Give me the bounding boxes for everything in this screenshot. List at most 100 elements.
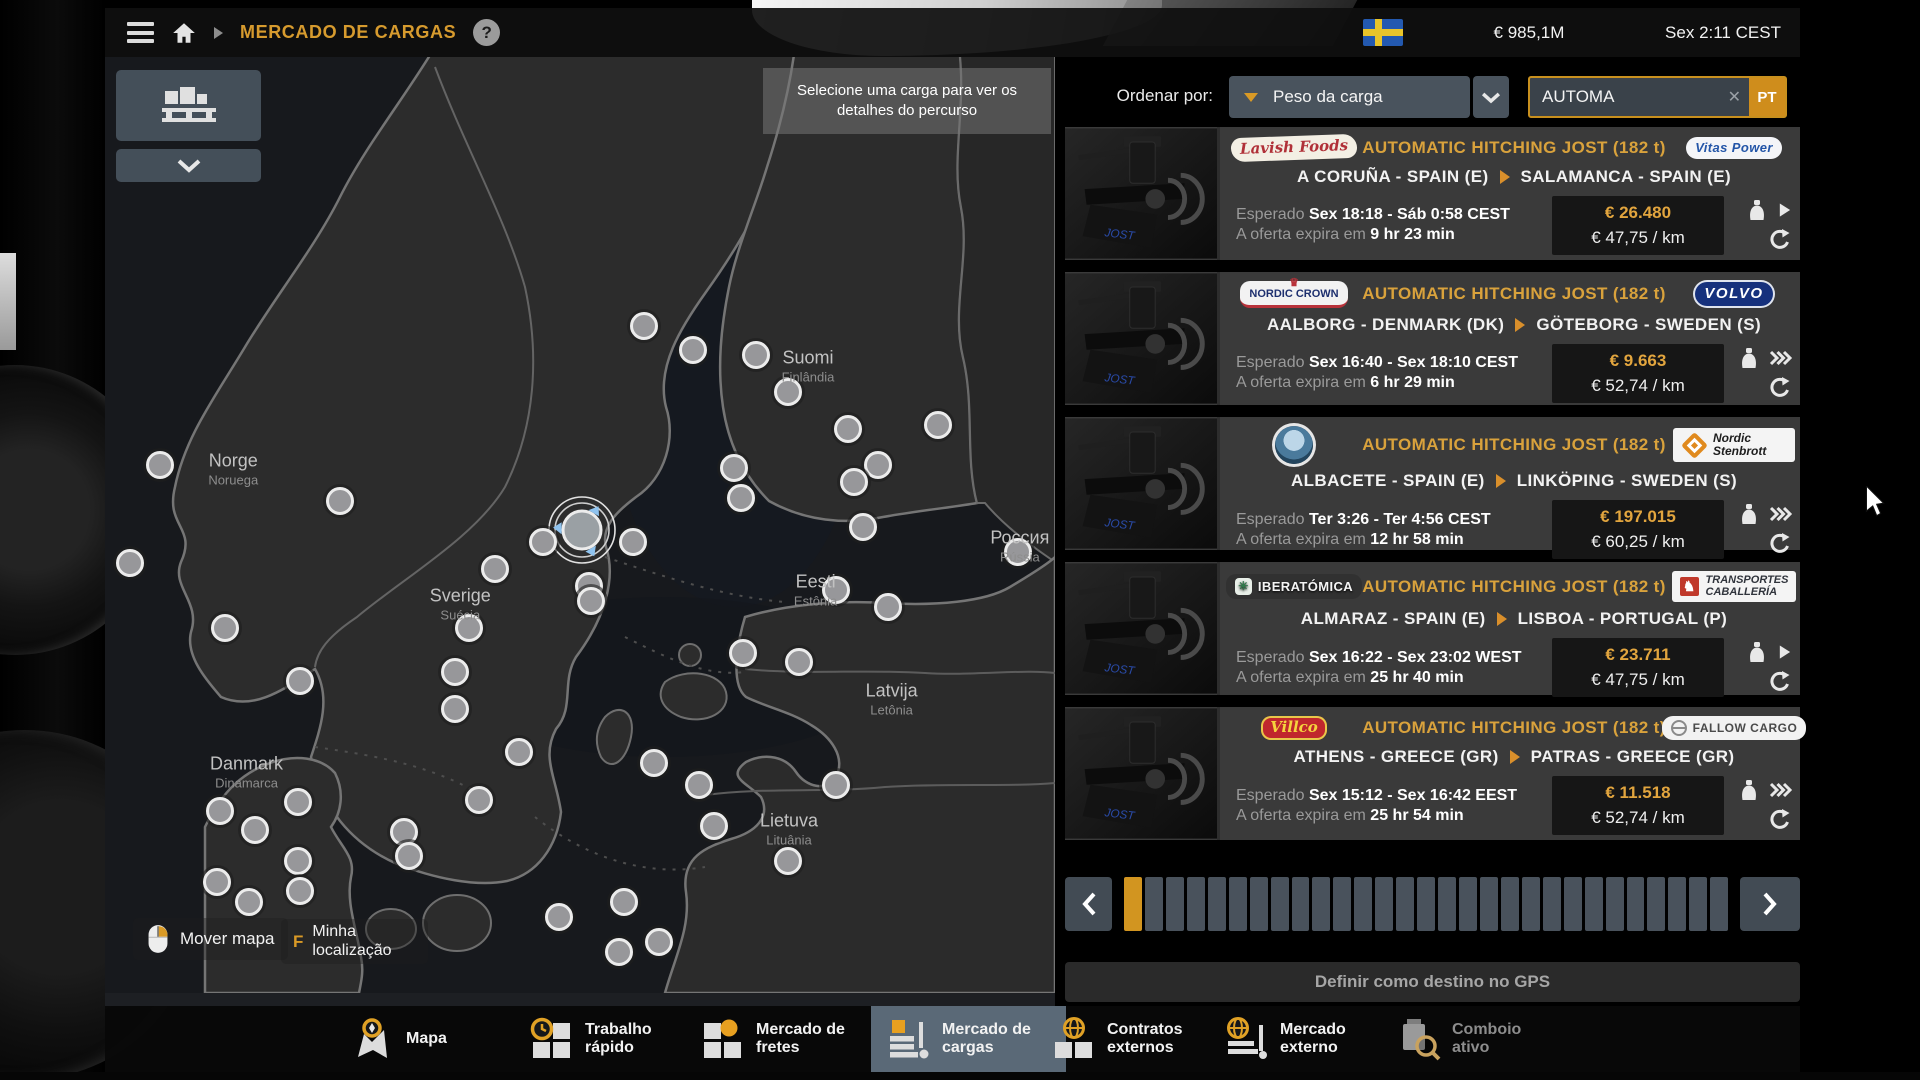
job-marker[interactable] — [742, 341, 770, 369]
page-block[interactable] — [1543, 877, 1561, 931]
job-marker[interactable] — [455, 614, 483, 642]
job-marker[interactable] — [146, 451, 174, 479]
page-block[interactable] — [1689, 877, 1707, 931]
page-block[interactable] — [1312, 877, 1330, 931]
page-block[interactable] — [1501, 877, 1519, 931]
cargo-offer-row[interactable]: AUTOMATIC HITCHING JOST (182 t) Nordic S… — [1065, 417, 1800, 550]
job-marker[interactable] — [395, 842, 423, 870]
home-icon[interactable] — [171, 21, 197, 45]
job-marker[interactable] — [529, 528, 557, 556]
cargo-offer-row[interactable]: Lavish Foods AUTOMATIC HITCHING JOST (18… — [1065, 127, 1800, 260]
job-marker[interactable] — [619, 528, 647, 556]
job-marker[interactable] — [241, 816, 269, 844]
job-marker[interactable] — [720, 454, 748, 482]
my-location-button[interactable]: F Minha localização — [281, 919, 428, 964]
job-marker[interactable] — [822, 771, 850, 799]
prev-page-button[interactable] — [1065, 877, 1112, 931]
page-block[interactable] — [1208, 877, 1226, 931]
tab-external-contracts[interactable]: Contratos externos — [1052, 1006, 1215, 1072]
page-block[interactable] — [1438, 877, 1456, 931]
job-marker[interactable] — [630, 312, 658, 340]
set-gps-destination-button[interactable]: Definir como destino no GPS — [1065, 962, 1800, 1002]
job-marker[interactable] — [441, 658, 469, 686]
page-block[interactable] — [1145, 877, 1163, 931]
help-icon[interactable]: ? — [473, 19, 500, 46]
job-marker[interactable] — [441, 695, 469, 723]
job-marker[interactable] — [203, 868, 231, 896]
page-block[interactable] — [1271, 877, 1289, 931]
job-marker[interactable] — [640, 749, 668, 777]
job-marker[interactable] — [116, 549, 144, 577]
page-block[interactable] — [1606, 877, 1624, 931]
job-marker[interactable] — [505, 738, 533, 766]
tab-map[interactable]: Mapa — [351, 1006, 447, 1072]
job-marker[interactable] — [840, 468, 868, 496]
tab-external-market[interactable]: Mercado externo — [1225, 1006, 1388, 1072]
cargo-offer-row[interactable]: NORDIC CROWN AUTOMATIC HITCHING JOST (18… — [1065, 272, 1800, 405]
job-marker[interactable] — [465, 786, 493, 814]
job-marker[interactable] — [700, 812, 728, 840]
menu-icon[interactable] — [127, 22, 154, 43]
job-marker[interactable] — [284, 847, 312, 875]
job-marker[interactable] — [286, 877, 314, 905]
page-block[interactable] — [1668, 877, 1686, 931]
page-block[interactable] — [1480, 877, 1498, 931]
job-marker[interactable] — [924, 411, 952, 439]
job-marker[interactable] — [1004, 538, 1032, 566]
page-block[interactable] — [1124, 877, 1142, 931]
job-marker[interactable] — [577, 587, 605, 615]
job-marker[interactable] — [286, 667, 314, 695]
tab-freight-market[interactable]: Mercado de fretes — [701, 1006, 864, 1072]
job-marker[interactable] — [206, 797, 234, 825]
search-input[interactable]: AUTOMA — [1530, 87, 1728, 107]
page-block[interactable] — [1522, 877, 1540, 931]
page-block[interactable] — [1250, 877, 1268, 931]
page-block[interactable] — [1647, 877, 1665, 931]
language-button[interactable]: PT — [1749, 78, 1785, 116]
job-marker[interactable] — [685, 771, 713, 799]
page-block[interactable] — [1229, 877, 1247, 931]
job-marker[interactable] — [284, 788, 312, 816]
job-marker[interactable] — [727, 484, 755, 512]
cargo-offer-row[interactable]: IBERATÓMICA AUTOMATIC HITCHING JOST (182… — [1065, 562, 1800, 695]
job-marker[interactable] — [326, 487, 354, 515]
job-marker[interactable] — [729, 639, 757, 667]
sort-dropdown[interactable]: Peso da carga — [1229, 76, 1470, 118]
cargo-offer-row[interactable]: Villco AUTOMATIC HITCHING JOST (182 t) F… — [1065, 707, 1800, 840]
job-marker[interactable] — [874, 593, 902, 621]
job-marker[interactable] — [211, 614, 239, 642]
job-marker[interactable] — [849, 513, 877, 541]
page-block[interactable] — [1354, 877, 1372, 931]
page-block[interactable] — [1585, 877, 1603, 931]
next-page-button[interactable] — [1740, 877, 1800, 931]
sort-expand-button[interactable] — [1473, 76, 1509, 118]
job-marker[interactable] — [864, 451, 892, 479]
collapse-button[interactable] — [116, 149, 261, 182]
job-marker[interactable] — [774, 378, 802, 406]
tab-cargo-market[interactable]: Mercado de cargas — [871, 1006, 1066, 1072]
job-marker[interactable] — [822, 576, 850, 604]
page-block[interactable] — [1417, 877, 1435, 931]
page-block[interactable] — [1710, 877, 1728, 931]
search-box[interactable]: AUTOMA ✕ PT — [1528, 76, 1787, 118]
page-block[interactable] — [1459, 877, 1477, 931]
tab-active-convoy[interactable]: Comboio ativo — [1397, 1006, 1560, 1072]
clear-search-icon[interactable]: ✕ — [1728, 87, 1741, 107]
tab-quick-job[interactable]: Trabalho rápido — [530, 1006, 693, 1072]
job-marker[interactable] — [481, 555, 509, 583]
job-marker[interactable] — [645, 928, 673, 956]
page-block[interactable] — [1187, 877, 1205, 931]
job-marker[interactable] — [785, 648, 813, 676]
page-block[interactable] — [1627, 877, 1645, 931]
job-marker[interactable] — [605, 938, 633, 966]
job-marker[interactable] — [774, 847, 802, 875]
page-block[interactable] — [1564, 877, 1582, 931]
job-marker[interactable] — [834, 415, 862, 443]
job-marker[interactable] — [679, 336, 707, 364]
page-block[interactable] — [1166, 877, 1184, 931]
job-marker[interactable] — [235, 888, 263, 916]
page-block[interactable] — [1333, 877, 1351, 931]
page-block[interactable] — [1396, 877, 1414, 931]
job-marker[interactable] — [545, 903, 573, 931]
job-marker[interactable] — [610, 888, 638, 916]
